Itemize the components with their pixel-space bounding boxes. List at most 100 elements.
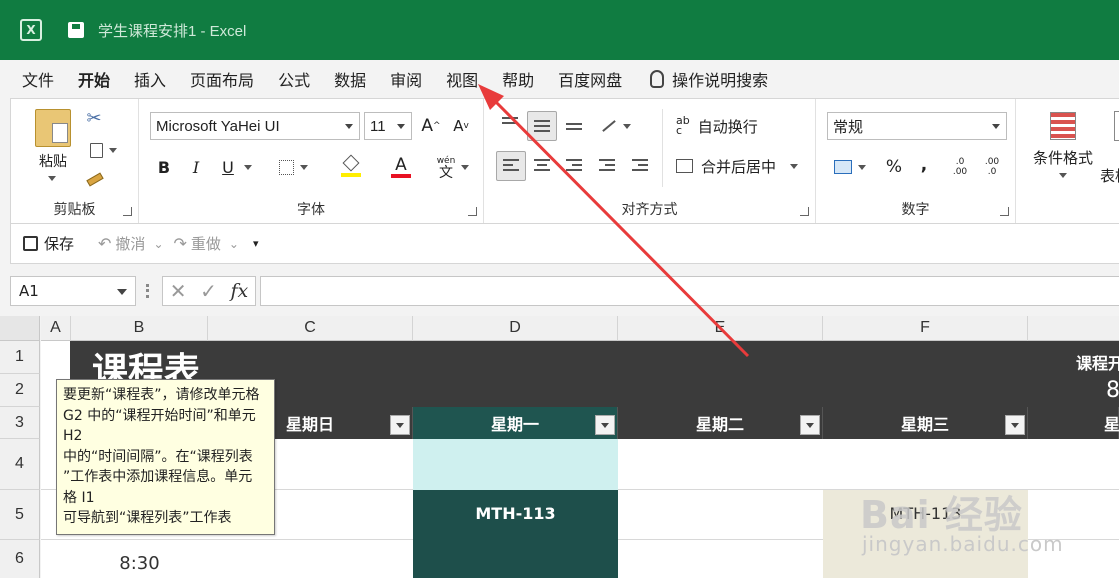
wrap-text-button[interactable]: ab c 自动换行 bbox=[676, 115, 786, 137]
row-header-4[interactable]: 4 bbox=[0, 439, 40, 490]
tab-baidu-pan[interactable]: 百度网盘 bbox=[546, 60, 634, 98]
tab-view[interactable]: 视图 bbox=[434, 60, 490, 98]
column-header-b[interactable]: B bbox=[71, 316, 208, 341]
undo-button[interactable]: 撤消 bbox=[115, 233, 145, 254]
grow-font-button[interactable]: A ^ bbox=[420, 114, 442, 138]
copy-button[interactable] bbox=[83, 139, 123, 161]
percent-button[interactable]: % bbox=[882, 155, 906, 179]
paste-dropdown[interactable] bbox=[45, 173, 59, 183]
monday-cell-row4[interactable] bbox=[413, 439, 618, 490]
copy-icon bbox=[89, 142, 103, 158]
font-launcher[interactable] bbox=[468, 207, 477, 216]
redo-button[interactable]: 重做 bbox=[191, 233, 221, 254]
name-box[interactable]: A1 bbox=[10, 276, 136, 306]
monday-course-block[interactable]: MTH-113 bbox=[413, 490, 618, 578]
save-button[interactable]: 保存 bbox=[44, 233, 74, 254]
tab-file[interactable]: 文件 bbox=[0, 60, 66, 98]
tab-home[interactable]: 开始 bbox=[66, 60, 122, 98]
increase-decimal-button[interactable]: .0.00 bbox=[946, 153, 974, 181]
merge-center-button[interactable]: 合并后居中 bbox=[676, 155, 808, 177]
right-align-icon[interactable] bbox=[566, 159, 582, 174]
column-header-e[interactable]: E bbox=[618, 316, 823, 341]
filter-dropdown-wednesday[interactable] bbox=[1005, 415, 1025, 435]
decrease-indent-icon[interactable] bbox=[599, 159, 615, 174]
font-size-combo[interactable]: 11 bbox=[364, 112, 412, 140]
accounting-format-button[interactable] bbox=[828, 155, 872, 179]
number-launcher[interactable] bbox=[1000, 207, 1009, 216]
tab-help[interactable]: 帮助 bbox=[490, 60, 546, 98]
font-name-combo[interactable]: Microsoft YaHei UI bbox=[150, 112, 360, 140]
font-color-button[interactable]: A bbox=[379, 153, 423, 181]
pinyin-char: 文 bbox=[438, 165, 453, 181]
increase-indent-icon[interactable] bbox=[632, 159, 648, 174]
row-header-1[interactable]: 1 bbox=[0, 341, 40, 374]
column-header-a[interactable]: A bbox=[41, 316, 71, 341]
tab-formulas[interactable]: 公式 bbox=[266, 60, 322, 98]
center-align-icon[interactable] bbox=[534, 159, 550, 174]
row-header-3[interactable]: 3 bbox=[0, 407, 40, 439]
shrink-font-button[interactable]: Av bbox=[450, 114, 472, 138]
decrease-decimal-button[interactable]: .00.0 bbox=[978, 153, 1006, 181]
alignment-separator bbox=[662, 109, 663, 187]
tab-insert[interactable]: 插入 bbox=[122, 60, 178, 98]
phonetic-button[interactable]: wén 文 bbox=[433, 151, 473, 183]
save-icon[interactable] bbox=[68, 22, 84, 38]
tab-data[interactable]: 数据 bbox=[322, 60, 378, 98]
clipboard-launcher[interactable] bbox=[123, 207, 132, 216]
tooltip-line: 中的“时间间隔”。在“课程列表 bbox=[63, 448, 253, 465]
undo-dropdown[interactable]: ⌄ bbox=[153, 237, 163, 251]
underline-button[interactable]: U bbox=[217, 154, 239, 180]
conditional-format-dropdown[interactable] bbox=[1056, 169, 1070, 181]
redo-dropdown[interactable]: ⌄ bbox=[229, 237, 239, 251]
number-format-combo[interactable]: 常规 bbox=[827, 112, 1007, 140]
time-cell[interactable]: 8:30 bbox=[71, 553, 208, 577]
select-all-corner[interactable] bbox=[0, 316, 40, 341]
format-table-icon[interactable] bbox=[1114, 111, 1119, 141]
top-align-icon[interactable] bbox=[502, 117, 518, 127]
underline-dropdown[interactable] bbox=[241, 159, 255, 175]
middle-align-button[interactable] bbox=[527, 111, 557, 141]
row-header-5[interactable]: 5 bbox=[0, 490, 40, 540]
cancel-icon[interactable]: ✕ bbox=[170, 279, 187, 303]
formula-bar-splitter[interactable] bbox=[146, 284, 149, 298]
column-header-c[interactable]: C bbox=[208, 316, 413, 341]
undo-icon[interactable]: ↶ bbox=[98, 234, 111, 253]
fill-color-bar bbox=[341, 173, 361, 177]
filter-dropdown-tuesday[interactable] bbox=[800, 415, 820, 435]
bottom-align-icon[interactable] bbox=[566, 123, 582, 133]
insert-function-icon[interactable]: fx bbox=[230, 280, 248, 302]
filter-dropdown-sunday[interactable] bbox=[390, 415, 410, 435]
tab-page-layout[interactable]: 页面布局 bbox=[178, 60, 266, 98]
italic-button[interactable]: I bbox=[185, 154, 207, 180]
redo-icon[interactable]: ↷ bbox=[174, 234, 187, 253]
paste-icon[interactable] bbox=[35, 109, 71, 147]
cut-icon[interactable]: ✂ bbox=[83, 107, 105, 129]
tell-me-search[interactable]: 操作说明搜索 bbox=[672, 60, 780, 98]
title-bar: X 学生课程安排1 - Excel bbox=[0, 0, 1119, 60]
filter-dropdown-monday[interactable] bbox=[595, 415, 615, 435]
conditional-format-icon[interactable] bbox=[1048, 111, 1078, 141]
column-header-g[interactable] bbox=[1028, 316, 1119, 341]
column-header-f[interactable]: F bbox=[823, 316, 1028, 341]
tab-review[interactable]: 审阅 bbox=[378, 60, 434, 98]
confirm-icon[interactable]: ✓ bbox=[200, 279, 217, 303]
customize-qat-icon[interactable]: ▾ bbox=[253, 237, 259, 250]
formula-input[interactable] bbox=[260, 276, 1119, 306]
comma-style-button[interactable]: , bbox=[912, 153, 936, 177]
left-align-button[interactable] bbox=[496, 151, 526, 181]
save-icon[interactable] bbox=[23, 236, 38, 251]
paste-button[interactable]: 粘贴 bbox=[35, 151, 71, 171]
format-painter-icon[interactable] bbox=[85, 169, 105, 189]
alignment-launcher[interactable] bbox=[800, 207, 809, 216]
column-header-d[interactable]: D bbox=[413, 316, 618, 341]
border-button[interactable] bbox=[273, 157, 313, 177]
format-table-button[interactable]: 表格 bbox=[1100, 165, 1119, 185]
bold-button[interactable]: B bbox=[153, 154, 175, 180]
fill-color-button[interactable] bbox=[329, 153, 373, 181]
row-header-6[interactable]: 6 bbox=[0, 540, 40, 578]
decrease-decimal-bottom: .0 bbox=[987, 167, 997, 177]
name-box-value: A1 bbox=[19, 282, 39, 300]
conditional-format-button[interactable]: 条件格式 bbox=[1028, 147, 1098, 167]
row-header-2[interactable]: 2 bbox=[0, 374, 40, 407]
orientation-button[interactable] bbox=[596, 115, 636, 137]
